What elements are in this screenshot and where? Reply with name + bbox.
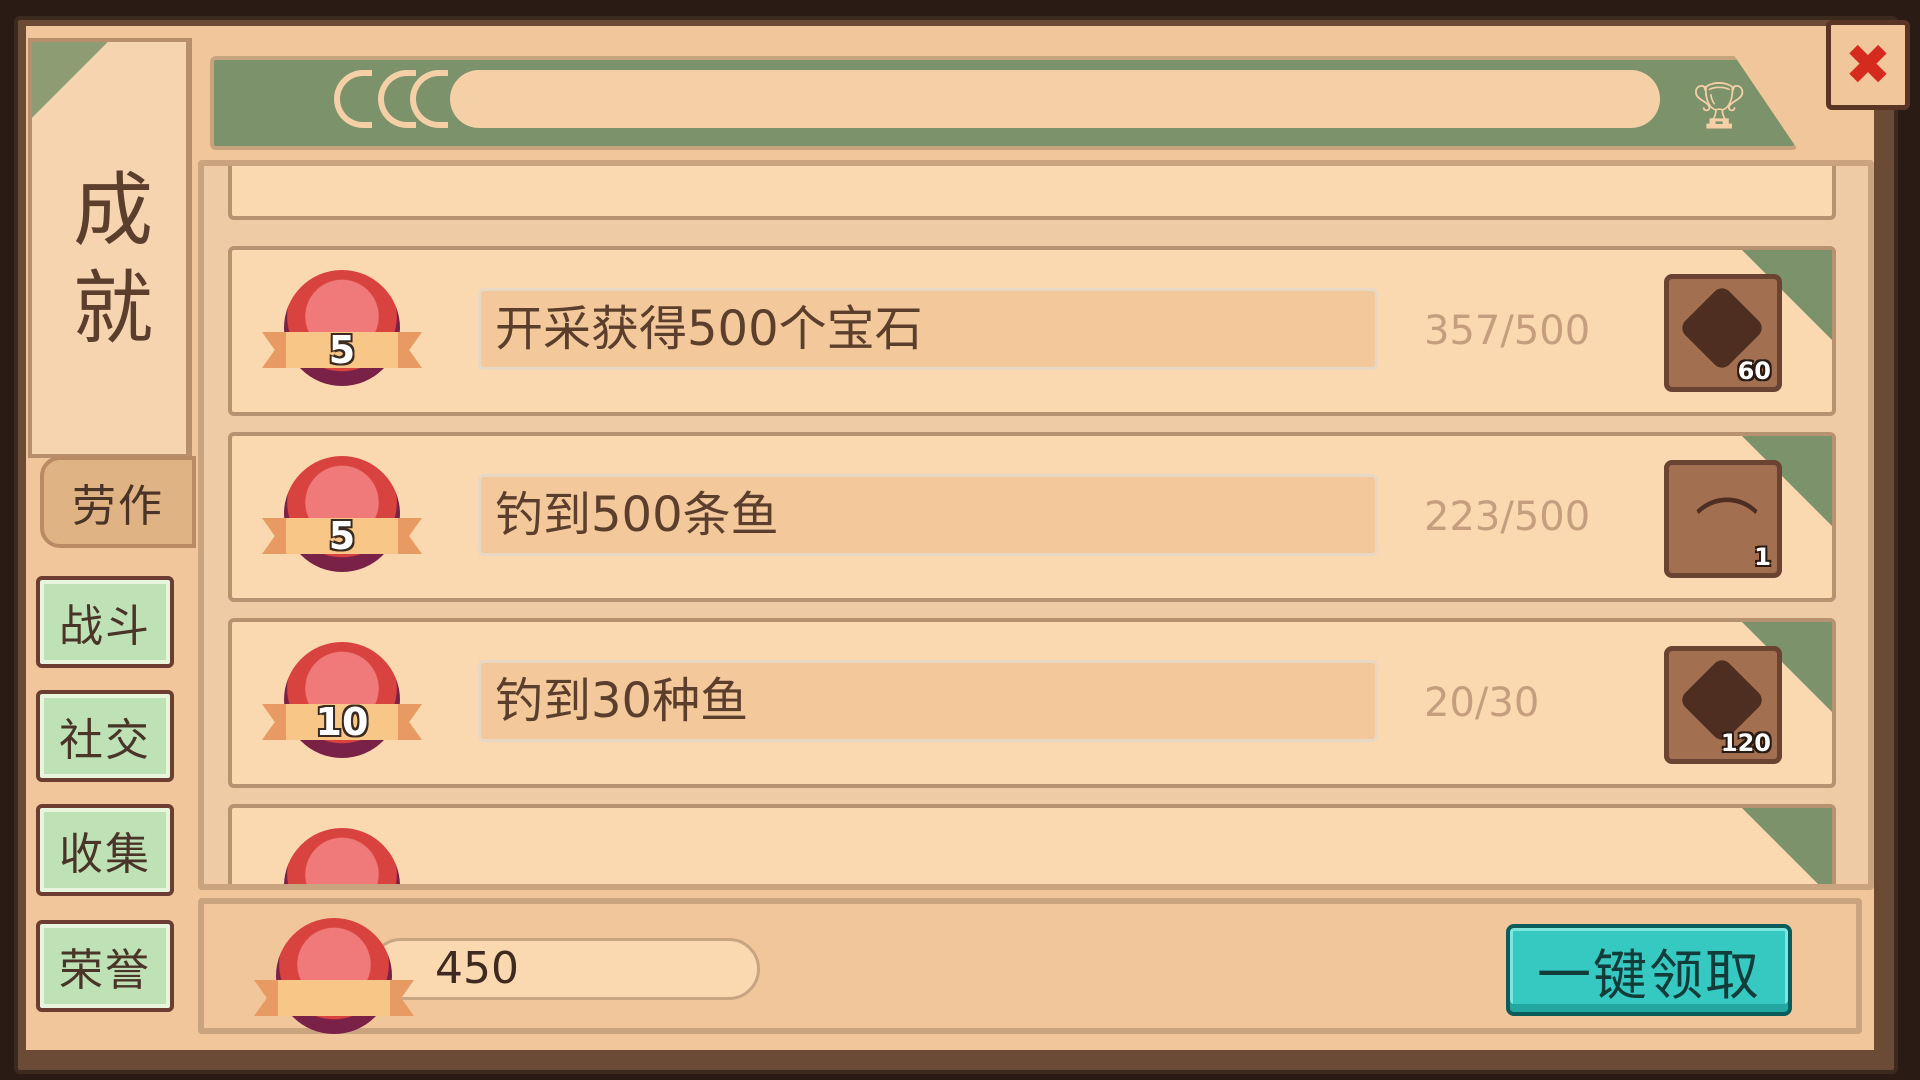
medal-icon: 10 xyxy=(262,642,422,772)
row-corner-decoration xyxy=(1742,808,1832,884)
reward-slot[interactable]: ⌒ 1 xyxy=(1664,460,1782,578)
achievement-name: 开采获得500个宝石 xyxy=(478,288,1378,370)
tab-collection[interactable]: 收集 xyxy=(36,804,174,896)
page-title: 成就 xyxy=(73,164,155,355)
achievement-list[interactable]: 5 开采获得500个宝石 357/500 60 5 钓到500条鱼 223/50… xyxy=(198,160,1874,890)
medal-value: 5 xyxy=(328,328,356,372)
achievement-progress: 20/30 xyxy=(1424,680,1540,726)
tab-social[interactable]: 社交 xyxy=(36,690,174,782)
trophy-icon: 🏆︎ xyxy=(1690,78,1749,132)
medal-icon: 5 xyxy=(262,270,422,400)
list-item-partial xyxy=(228,166,1836,220)
list-item[interactable]: 10 钓到30种鱼 20/30 120 xyxy=(228,618,1836,788)
achievement-progress: 357/500 xyxy=(1424,308,1591,354)
reward-slot[interactable]: 120 xyxy=(1664,646,1782,764)
medal-value: 5 xyxy=(328,514,356,558)
reward-quantity: 60 xyxy=(1737,357,1771,385)
title-column: 成就 xyxy=(28,38,192,458)
fishing-rod-icon: ⌒ xyxy=(1695,494,1759,568)
claim-all-button[interactable]: 一键领取 xyxy=(1506,924,1792,1016)
tab-battle[interactable]: 战斗 xyxy=(36,576,174,668)
achievement-name: 钓到30种鱼 xyxy=(478,660,1378,742)
list-item-partial xyxy=(228,804,1836,884)
medal-value: 10 xyxy=(315,700,369,744)
medal-icon: 5 xyxy=(262,456,422,586)
total-points: 450 xyxy=(370,938,760,1000)
reward-quantity: 120 xyxy=(1720,729,1771,757)
medal-icon xyxy=(262,828,422,884)
corner-decoration xyxy=(32,42,182,162)
list-item[interactable]: 5 钓到500条鱼 223/500 ⌒ 1 xyxy=(228,432,1836,602)
list-item[interactable]: 5 开采获得500个宝石 357/500 60 xyxy=(228,246,1836,416)
reward-quantity: 1 xyxy=(1754,543,1771,571)
reward-slot[interactable]: 60 xyxy=(1664,274,1782,392)
close-button[interactable]: ✖ xyxy=(1826,20,1910,110)
achievement-name: 钓到500条鱼 xyxy=(478,474,1378,556)
points-medal-icon xyxy=(254,918,414,1048)
tab-labor[interactable]: 劳作 xyxy=(40,456,196,548)
achievement-progress: 223/500 xyxy=(1424,494,1591,540)
close-icon: ✖ xyxy=(1844,32,1892,98)
tab-honor[interactable]: 荣誉 xyxy=(36,920,174,1012)
header-progress-track xyxy=(450,70,1660,128)
